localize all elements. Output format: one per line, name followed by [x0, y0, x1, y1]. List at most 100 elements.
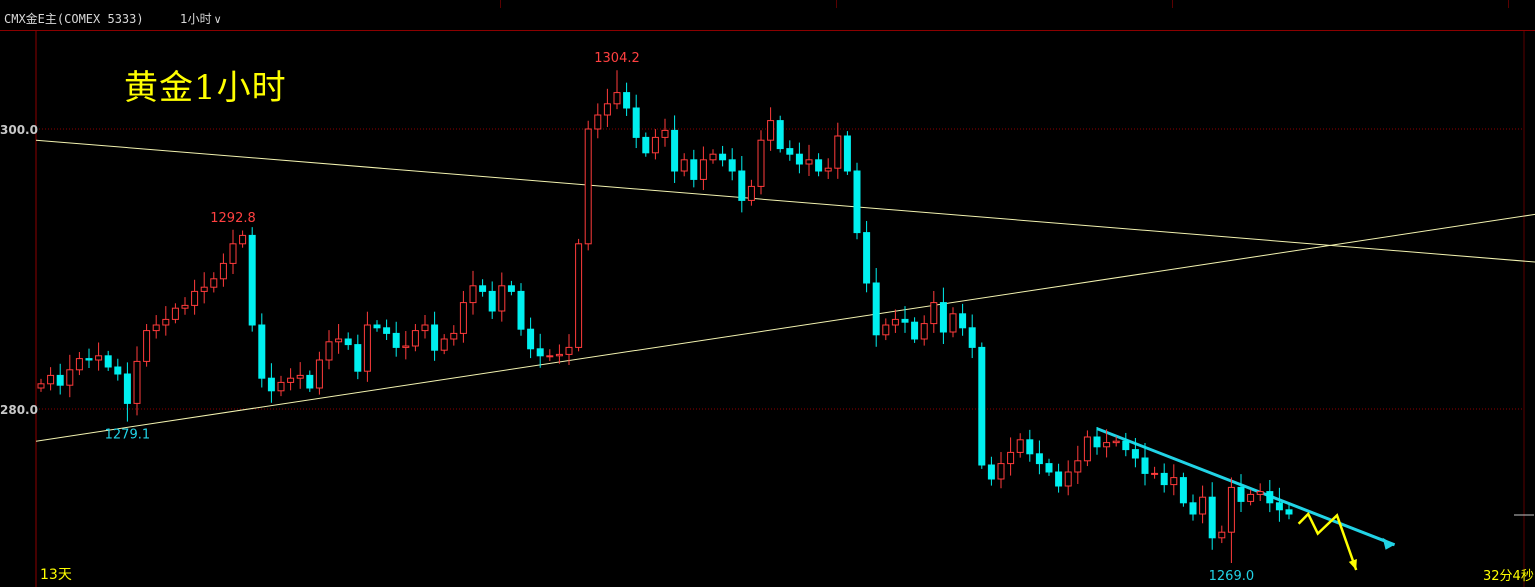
candle-body — [95, 355, 103, 361]
candle-body — [354, 344, 362, 372]
candle-body — [402, 345, 410, 348]
y-tick-label: 300.0 — [0, 123, 38, 137]
candle-body — [143, 330, 151, 362]
candle-body — [911, 321, 919, 340]
candle-body — [296, 374, 304, 379]
candle-body — [162, 318, 170, 326]
price-label-high: 1292.8 — [210, 211, 256, 226]
candle-body — [1074, 460, 1082, 473]
time-span-label: 13天 — [40, 567, 72, 583]
candle-body — [747, 185, 755, 201]
chart-overlay-title: 黄金1小时 — [124, 68, 287, 108]
candle-body — [1151, 472, 1159, 475]
candle-body — [277, 381, 285, 392]
candle-body — [728, 159, 736, 172]
candle-body — [287, 377, 295, 383]
candle-body — [248, 234, 256, 326]
candle-body — [1112, 440, 1120, 444]
candle-body — [603, 103, 611, 116]
candle-body — [613, 92, 621, 105]
candle-body — [450, 332, 458, 340]
candle-body — [315, 359, 323, 389]
candle-body — [37, 383, 45, 389]
candle-body — [85, 358, 93, 361]
candle-body — [968, 327, 976, 348]
candle-body — [661, 129, 669, 138]
candle-body — [1266, 491, 1274, 504]
candle-body — [795, 153, 803, 165]
candle-body — [133, 360, 141, 404]
candle-body — [75, 358, 83, 371]
candle-body — [1256, 491, 1264, 495]
candle-body — [767, 120, 775, 141]
candle-body — [488, 290, 496, 312]
candle-body — [1141, 457, 1149, 474]
candle-body — [805, 159, 813, 165]
candle-body — [440, 338, 448, 351]
candle-body — [757, 139, 765, 187]
candle-body — [872, 282, 880, 336]
candle-body — [623, 92, 631, 109]
candle-body — [431, 324, 439, 351]
candle-body — [882, 324, 890, 336]
candle-body — [930, 302, 938, 325]
candle-body — [335, 338, 343, 343]
trend-arrow-head — [1382, 537, 1395, 550]
candle-body — [584, 128, 592, 245]
candle-body — [1237, 486, 1245, 502]
candle-body — [56, 374, 64, 386]
candle-body — [210, 278, 218, 288]
y-tick-label: 280.0 — [0, 403, 38, 417]
candle-body — [536, 348, 544, 357]
candle-body — [1131, 449, 1139, 459]
candle-body — [1093, 436, 1101, 448]
candle-body — [507, 285, 515, 292]
candle-body — [152, 324, 160, 332]
candle-body — [66, 369, 74, 386]
candle-body — [1122, 440, 1130, 451]
candle-body — [469, 285, 477, 304]
candle-body — [555, 353, 563, 357]
candle-body — [776, 120, 784, 150]
candle-body — [1083, 436, 1091, 462]
candle-body — [363, 324, 371, 372]
projected-path — [1297, 511, 1358, 571]
candle-body — [987, 464, 995, 480]
candle-body — [1227, 486, 1235, 533]
candle-body — [344, 338, 352, 346]
candle-body — [219, 262, 227, 280]
candle-body — [565, 346, 573, 355]
candle-body — [123, 373, 131, 404]
candle-body — [1045, 463, 1053, 473]
candle-body — [671, 129, 679, 172]
candle-body — [258, 324, 266, 379]
candle-body — [901, 318, 909, 323]
candle-body — [575, 243, 583, 348]
candle-body — [680, 159, 688, 172]
candle-body — [239, 234, 247, 245]
candle-body — [1064, 471, 1072, 487]
bar-countdown: 32分4秒 — [1483, 569, 1534, 584]
candle-body — [709, 153, 717, 161]
candle-body — [690, 159, 698, 180]
candle-body — [1160, 472, 1168, 486]
candle-body — [1179, 477, 1187, 504]
candle-body — [642, 136, 650, 154]
candle-body — [815, 159, 823, 172]
candle-body — [104, 355, 112, 368]
candle-body — [373, 324, 381, 329]
candle-body — [1055, 471, 1063, 487]
candle-body — [546, 355, 554, 358]
candle-body — [392, 332, 400, 348]
candle-body — [1007, 451, 1015, 465]
candle-body — [421, 324, 429, 332]
candle-body — [517, 290, 525, 330]
candle-body — [191, 290, 199, 306]
candle-body — [527, 328, 535, 350]
candle-body — [1285, 509, 1293, 515]
candle-body — [411, 330, 419, 347]
candle-body — [920, 323, 928, 340]
candle-body — [459, 302, 467, 334]
candle-body — [114, 366, 122, 375]
candle-body — [632, 107, 640, 138]
